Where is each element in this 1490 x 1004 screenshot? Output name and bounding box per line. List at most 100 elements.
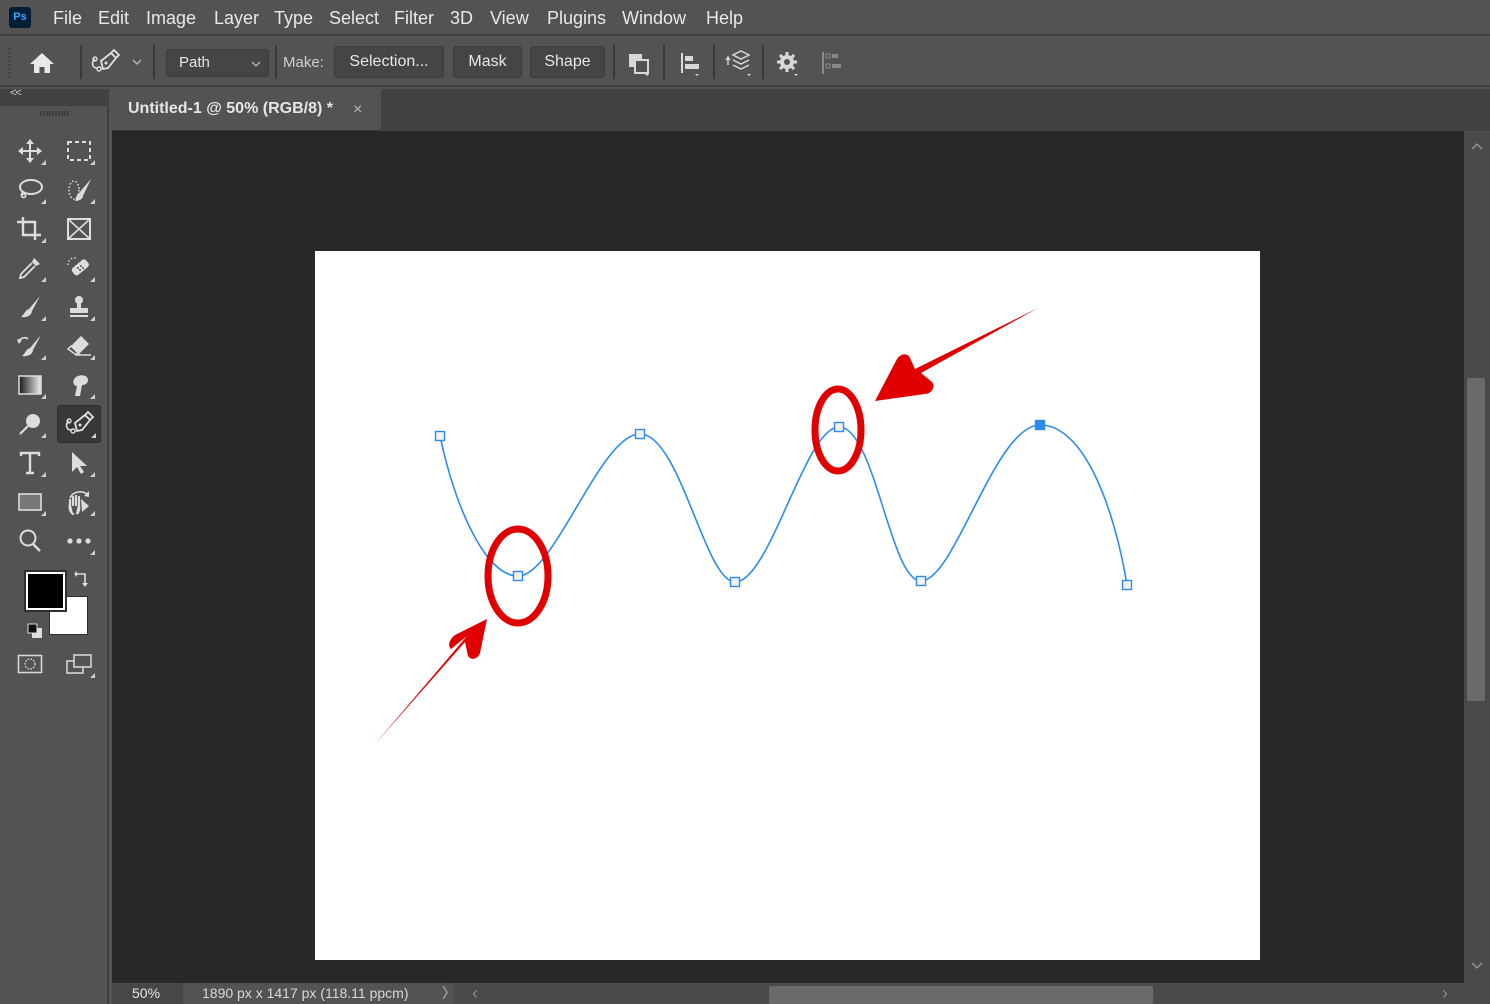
vertical-scrollbar[interactable] — [1464, 131, 1490, 983]
move-icon — [18, 139, 42, 163]
scroll-right-button[interactable]: › — [1442, 983, 1448, 1004]
lasso-tool[interactable] — [10, 172, 50, 208]
smudge-icon — [73, 375, 88, 396]
menu-edit[interactable]: Edit — [98, 0, 129, 36]
menu-bar: Ps File Edit Image Layer Type Select Fil… — [0, 0, 1490, 36]
anchor-point[interactable] — [434, 430, 446, 442]
brush-tool[interactable] — [10, 289, 50, 325]
close-tab-button[interactable]: × — [353, 89, 362, 131]
menu-window[interactable]: Window — [622, 0, 686, 36]
home-button[interactable] — [24, 48, 60, 78]
document-canvas[interactable] — [315, 251, 1260, 960]
anchor-point[interactable] — [1034, 419, 1046, 431]
gear-icon — [777, 52, 798, 76]
make-selection-button[interactable]: Selection... — [334, 46, 444, 78]
crop-tool[interactable] — [10, 211, 50, 247]
anchor-point[interactable] — [833, 421, 845, 433]
default-colors-icon — [27, 623, 42, 638]
separator — [663, 45, 665, 79]
chevron-down-icon — [251, 61, 261, 67]
path-alignment-button[interactable] — [672, 48, 706, 78]
menu-view[interactable]: View — [490, 0, 529, 36]
align-edges-button[interactable] — [815, 48, 849, 78]
eraser-tool[interactable] — [59, 328, 99, 364]
document-info[interactable]: 1890 px x 1417 px (118.11 ppcm) — [183, 983, 454, 1004]
separator — [713, 45, 715, 79]
foreground-color-swatch[interactable] — [24, 570, 67, 612]
anchor-point[interactable] — [634, 428, 646, 440]
quick-mask-icon — [17, 654, 43, 674]
chevron-down-icon — [132, 59, 142, 65]
clone-stamp-tool[interactable] — [59, 289, 99, 325]
dodge-tool[interactable] — [10, 406, 50, 442]
menu-select[interactable]: Select — [329, 0, 379, 36]
smudge-tool[interactable] — [59, 367, 99, 403]
path-arrangement-button[interactable] — [721, 48, 755, 78]
make-shape-button[interactable]: Shape — [530, 46, 605, 78]
document-tab-title: Untitled-1 @ 50% (RGB/8) * — [128, 100, 333, 117]
options-bar: Path Make: Selection... Mask Shape — [0, 38, 1490, 87]
curvature-pen-tool[interactable] — [57, 405, 101, 443]
menu-file[interactable]: File — [53, 0, 82, 36]
separator — [80, 45, 82, 79]
path-selection-icon — [72, 452, 87, 474]
rotate-view-icon — [68, 491, 89, 516]
rectangular-marquee-tool[interactable] — [59, 133, 99, 169]
frame-icon — [67, 218, 91, 240]
type-tool[interactable] — [10, 445, 50, 481]
menu-filter[interactable]: Filter — [394, 0, 434, 36]
quick-mask-button[interactable] — [10, 646, 50, 682]
zoom-level-field[interactable]: 50% — [112, 983, 183, 1004]
anchor-point[interactable] — [729, 576, 741, 588]
document-tab[interactable]: Untitled-1 @ 50% (RGB/8) * × — [112, 89, 381, 131]
swap-colors-button[interactable] — [73, 570, 91, 593]
status-info-menu-button[interactable]: 〉 — [442, 983, 456, 1004]
spot-healing-brush-tool[interactable] — [59, 250, 99, 286]
rectangle-tool[interactable] — [10, 484, 50, 520]
path-mode-select[interactable]: Path — [166, 49, 269, 77]
path-alignment-icon — [681, 53, 699, 76]
toolbox-grip[interactable] — [40, 111, 70, 116]
tool-preset-picker[interactable] — [86, 46, 146, 78]
history-brush-tool[interactable] — [10, 328, 50, 364]
edit-toolbar-button[interactable] — [59, 523, 99, 559]
swap-arrows-icon — [74, 571, 88, 587]
clone-stamp-icon — [70, 296, 88, 317]
menu-image[interactable]: Image — [146, 0, 196, 36]
menu-plugins[interactable]: Plugins — [547, 0, 606, 36]
options-bar-grip[interactable] — [8, 48, 11, 78]
crop-icon — [17, 217, 41, 240]
rotate-view-tool[interactable] — [59, 484, 99, 520]
menu-layer[interactable]: Layer — [214, 0, 259, 36]
horizontal-scroll-thumb[interactable] — [769, 986, 1153, 1004]
align-edges-icon — [822, 52, 841, 74]
scroll-left-button[interactable]: ‹ — [472, 983, 478, 1004]
scroll-down-icon — [1471, 962, 1483, 969]
anchor-point[interactable] — [512, 570, 524, 582]
collapse-toolbox-button[interactable]: << — [10, 87, 22, 99]
vertical-scroll-thumb[interactable] — [1467, 378, 1485, 701]
spot-healing-brush-icon — [67, 257, 89, 276]
eyedropper-tool[interactable] — [10, 250, 50, 286]
default-colors-button[interactable] — [27, 623, 43, 644]
brush-icon — [21, 296, 40, 318]
make-mask-button[interactable]: Mask — [453, 46, 522, 78]
more-icon — [67, 538, 91, 544]
menu-3d[interactable]: 3D — [450, 0, 473, 36]
zoom-tool[interactable] — [10, 523, 50, 559]
path-options-button[interactable] — [771, 48, 805, 78]
screen-mode-button[interactable] — [59, 646, 99, 682]
path-selection-tool[interactable] — [59, 445, 99, 481]
menu-type[interactable]: Type — [274, 0, 313, 36]
menu-help[interactable]: Help — [706, 0, 743, 36]
anchor-point[interactable] — [1121, 579, 1133, 591]
frame-tool[interactable] — [59, 211, 99, 247]
quick-selection-icon — [68, 179, 91, 201]
move-tool[interactable] — [10, 133, 50, 169]
anchor-point[interactable] — [915, 575, 927, 587]
path-mode-value: Path — [179, 54, 210, 71]
gradient-tool[interactable] — [10, 367, 50, 403]
screen-mode-icon — [66, 654, 92, 674]
quick-selection-tool[interactable] — [59, 172, 99, 208]
path-operations-button[interactable] — [622, 48, 656, 78]
